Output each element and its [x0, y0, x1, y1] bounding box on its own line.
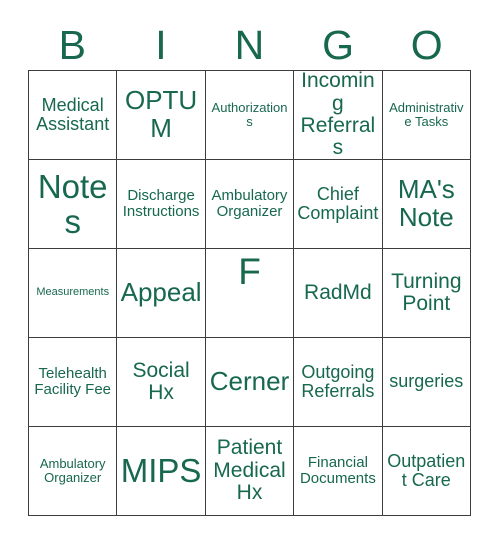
- bingo-header-letter-b: B: [58, 21, 86, 68]
- bingo-cell[interactable]: Authorizations: [205, 71, 295, 160]
- bingo-cell-label: Chief Complaint: [297, 183, 379, 223]
- bingo-header-letter-g: G: [322, 21, 355, 68]
- bingo-cell-label: Ambulatory Organizer: [211, 186, 288, 220]
- bingo-cell[interactable]: Outgoing Referrals: [294, 338, 383, 427]
- bingo-cell-label: Financial Documents: [299, 453, 376, 487]
- bingo-cell[interactable]: Telehealth Facility Fee: [29, 338, 118, 427]
- bingo-cell[interactable]: Patient Medical Hx: [205, 427, 295, 516]
- bingo-header-letter-o: O: [410, 21, 443, 68]
- bingo-cell[interactable]: Incoming Referrals: [294, 71, 383, 160]
- bingo-cell-label: Administrative Tasks: [389, 100, 464, 129]
- bingo-cell[interactable]: Social Hx: [117, 338, 206, 427]
- bingo-cell-label: Incoming Referrals: [300, 71, 376, 160]
- bingo-cell[interactable]: Ambulatory Organizer: [29, 427, 118, 516]
- bingo-cell-label: Telehealth Facility Fee: [34, 364, 112, 398]
- bingo-cell[interactable]: RadMd: [294, 249, 383, 338]
- bingo-cell[interactable]: Appeal: [117, 249, 206, 338]
- bingo-cell[interactable]: Medical Assistant: [29, 71, 118, 160]
- bingo-cell[interactable]: Notes: [29, 160, 118, 249]
- bingo-cell[interactable]: OPTUM: [117, 71, 206, 160]
- bingo-cell-label: OPTUM: [124, 85, 198, 143]
- bingo-cell[interactable]: MIPS: [117, 427, 206, 516]
- bingo-header-letter-n: N: [234, 21, 265, 68]
- bingo-cell[interactable]: Financial Documents: [294, 427, 383, 516]
- bingo-cell-label: Medical Assistant: [36, 94, 110, 134]
- bingo-cell[interactable]: Chief Complaint: [294, 160, 383, 249]
- bingo-header: BINGO: [28, 20, 471, 70]
- bingo-cell-label: Cerner: [209, 366, 290, 397]
- bingo-cell-label: MA's Note: [397, 174, 455, 232]
- bingo-cell-label: RadMd: [304, 280, 372, 304]
- bingo-cell-label: Discharge Instructions: [122, 186, 200, 220]
- bingo-cell[interactable]: surgeries: [382, 338, 471, 427]
- bingo-cell-label: Patient Medical Hx: [213, 436, 286, 505]
- bingo-cell-label: Turning Point: [391, 269, 462, 315]
- bingo-cell-label: Measurements: [36, 286, 110, 299]
- bingo-free-space-cell[interactable]: F: [205, 249, 295, 338]
- bingo-cell-label: Outpatient Care: [387, 450, 466, 490]
- bingo-cell[interactable]: Turning Point: [382, 249, 471, 338]
- bingo-cell-label: MIPS: [120, 452, 202, 490]
- bingo-cell-label: Ambulatory Organizer: [39, 456, 106, 485]
- bingo-cell[interactable]: Ambulatory Organizer: [205, 160, 295, 249]
- bingo-cell[interactable]: Administrative Tasks: [382, 71, 471, 160]
- bingo-cell[interactable]: Discharge Instructions: [117, 160, 206, 249]
- bingo-cell-label: F: [238, 251, 261, 292]
- bingo-cell[interactable]: Measurements: [29, 249, 118, 338]
- bingo-cell-label: surgeries: [389, 371, 464, 392]
- bingo-cell-label: Outgoing Referrals: [301, 361, 375, 401]
- bingo-cell[interactable]: Cerner: [205, 338, 295, 427]
- bingo-card: B I N G O Medical Assistant OPTUM Authorizatio…: [0, 0, 500, 544]
- bingo-cell-label: Notes: [37, 167, 108, 240]
- bingo-grid: Medical Assistant OPTUM Authorizations Inco…: [28, 70, 471, 516]
- bingo-cell-label: Social Hx: [132, 358, 190, 404]
- bingo-header-letter-i: I: [155, 21, 167, 68]
- bingo-cell[interactable]: MA's Note: [382, 160, 471, 249]
- bingo-cell-label: Authorizations: [211, 100, 288, 129]
- bingo-cell-label: Appeal: [120, 277, 202, 308]
- bingo-cell[interactable]: Outpatient Care: [382, 427, 471, 516]
